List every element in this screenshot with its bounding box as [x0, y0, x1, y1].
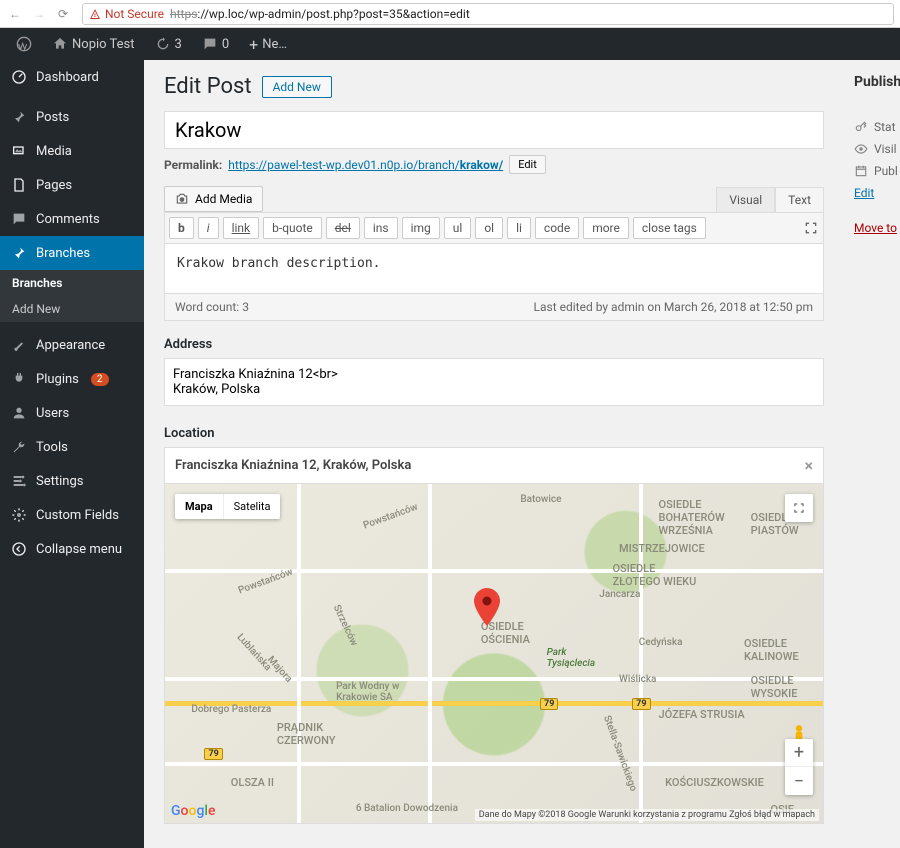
new-content[interactable]: +Ne… [241, 28, 295, 60]
visibility-row: Visil [854, 142, 900, 156]
gear-icon [10, 506, 28, 524]
map-credits[interactable]: Dane do Mapy ©2018 Google Warunki korzys… [475, 809, 819, 821]
add-new-button[interactable]: Add New [262, 76, 332, 98]
btn-li[interactable]: li [507, 217, 531, 239]
forward-icon[interactable]: → [30, 5, 48, 23]
btn-del[interactable]: del [326, 217, 360, 239]
btn-bquote[interactable]: b-quote [263, 217, 322, 239]
not-secure-badge: Not Secure [89, 7, 164, 21]
plug-icon [10, 370, 28, 388]
zoom-out-button[interactable]: − [785, 767, 813, 795]
status-row: Stat [854, 120, 900, 134]
sidebar-item-posts[interactable]: Posts [0, 100, 144, 134]
zoom-in-button[interactable]: + [785, 739, 813, 767]
browser-chrome: ← → ⟳ Not Secure https://wp.loc/wp-admin… [0, 0, 900, 28]
btn-close-tags[interactable]: close tags [633, 217, 706, 239]
reload-icon[interactable]: ⟳ [54, 5, 72, 23]
move-to-trash-link[interactable]: Move to [854, 221, 900, 235]
address-textarea[interactable]: Franciszka Kniaźnina 12<br> Kraków, Pols… [164, 358, 824, 406]
camera-icon [175, 192, 189, 206]
btn-code[interactable]: code [535, 217, 579, 239]
calendar-icon [854, 164, 868, 178]
pin-icon [10, 244, 28, 262]
sidebar-item-dashboard[interactable]: Dashboard [0, 60, 144, 94]
fullscreen-icon[interactable] [803, 220, 819, 236]
page-icon [10, 176, 28, 194]
published-row: Publ [854, 164, 900, 178]
collapse-icon [10, 540, 28, 558]
wp-admin-bar: Nopio Test 3 0 +Ne… [0, 28, 900, 60]
tab-visual[interactable]: Visual [716, 187, 775, 212]
sidebar-item-pages[interactable]: Pages [0, 168, 144, 202]
btn-more[interactable]: more [583, 217, 629, 239]
zoom-control: + − [785, 739, 813, 795]
sidebar-item-appearance[interactable]: Appearance [0, 328, 144, 362]
dashboard-icon [10, 68, 28, 86]
btn-img[interactable]: img [402, 217, 440, 239]
btn-link[interactable]: link [223, 217, 260, 239]
map-search-value: Franciszka Kniaźnina 12, Kraków, Polska [175, 458, 411, 473]
btn-ol[interactable]: ol [475, 217, 503, 239]
sidebar-submenu-branches: Branches Add New [0, 270, 144, 322]
map-search-row: Franciszka Kniaźnina 12, Kraków, Polska … [164, 447, 824, 484]
main-content: Edit Post Add New Permalink: https://paw… [144, 60, 844, 848]
sidebar-item-users[interactable]: Users [0, 396, 144, 430]
map-type-control: Mapa Satelita [175, 494, 280, 519]
site-link[interactable]: Nopio Test [44, 28, 143, 60]
sidebar-sub-branches-all[interactable]: Branches [0, 270, 144, 296]
btn-bold[interactable]: b [169, 217, 194, 239]
url-bar[interactable]: Not Secure https://wp.loc/wp-admin/post.… [82, 3, 894, 25]
page-title: Edit Post [164, 74, 252, 99]
sidebar-item-custom-fields[interactable]: Custom Fields [0, 498, 144, 532]
back-icon[interactable]: ← [6, 5, 24, 23]
user-icon [10, 404, 28, 422]
address-label: Address [164, 337, 824, 352]
comments-link[interactable]: 0 [194, 28, 237, 60]
google-logo: Google [171, 802, 215, 819]
btn-ul[interactable]: ul [444, 217, 472, 239]
admin-sidebar: Dashboard Posts Media Pages Comments Bra… [0, 60, 144, 848]
sidebar-item-comments[interactable]: Comments [0, 202, 144, 236]
brush-icon [10, 336, 28, 354]
url-text: https://wp.loc/wp-admin/post.php?post=35… [170, 7, 470, 21]
publish-edit-link[interactable]: Edit [854, 186, 874, 200]
publish-title: Publish [854, 74, 900, 90]
btn-ins[interactable]: ins [364, 217, 398, 239]
editor-footer: Word count: 3 Last edited by admin on Ma… [164, 294, 824, 321]
wrench-icon [10, 438, 28, 456]
editor-toolbar: b i link b-quote del ins img ul ol li co… [164, 212, 824, 244]
sliders-icon [10, 472, 28, 490]
map-type-map[interactable]: Mapa [175, 494, 224, 519]
add-media-button[interactable]: Add Media [164, 186, 263, 212]
wp-logo-icon[interactable] [8, 28, 40, 60]
media-icon [10, 142, 28, 160]
sidebar-item-media[interactable]: Media [0, 134, 144, 168]
pin-icon [10, 108, 28, 126]
key-icon [854, 120, 868, 134]
editor-textarea[interactable]: Krakow branch description. [164, 244, 824, 294]
post-title-input[interactable] [164, 111, 824, 149]
sidebar-item-plugins[interactable]: Plugins2 [0, 362, 144, 396]
map-fullscreen-button[interactable] [785, 494, 813, 522]
eye-icon [854, 142, 868, 156]
plugins-badge: 2 [91, 373, 109, 386]
sidebar-item-settings[interactable]: Settings [0, 464, 144, 498]
permalink-edit-button[interactable]: Edit [509, 155, 546, 174]
permalink-row: Permalink: https://pawel-test-wp.dev01.n… [164, 155, 824, 174]
btn-italic[interactable]: i [198, 217, 219, 239]
tab-text[interactable]: Text [775, 187, 824, 212]
updates-link[interactable]: 3 [147, 28, 190, 60]
sidebar-collapse[interactable]: Collapse menu [0, 532, 144, 566]
location-label: Location [164, 426, 824, 441]
permalink-link[interactable]: https://pawel-test-wp.dev01.n0p.io/branc… [228, 158, 503, 172]
map-search-clear[interactable]: × [805, 456, 814, 475]
map[interactable]: OSIEDLE BOHATERÓW WRZEŚNIA OSIEDLE PIAST… [164, 484, 824, 824]
sidebar-item-tools[interactable]: Tools [0, 430, 144, 464]
map-marker-icon[interactable] [474, 588, 500, 630]
sidebar-item-branches[interactable]: Branches [0, 236, 144, 270]
publish-metabox: Publish Stat Visil Publ Edit Move to [844, 60, 900, 848]
map-type-satellite[interactable]: Satelita [224, 494, 281, 519]
comment-icon [10, 210, 28, 228]
sidebar-sub-branches-add[interactable]: Add New [0, 296, 144, 322]
